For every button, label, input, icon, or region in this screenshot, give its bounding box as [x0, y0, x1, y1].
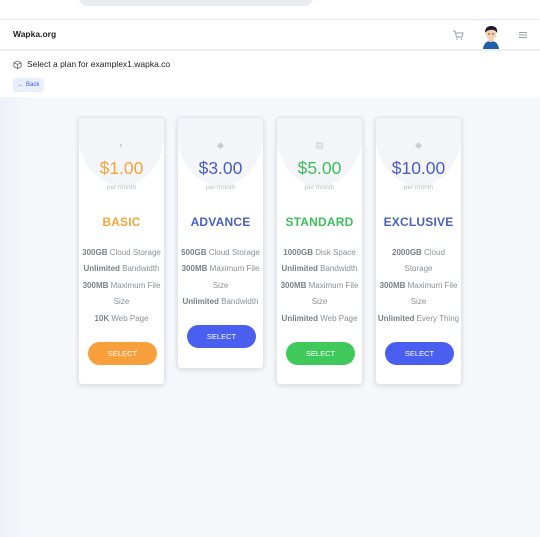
- cart-icon[interactable]: [452, 29, 464, 41]
- plan-features: 300GB Cloud Storage Unlimited Bandwidth …: [79, 245, 164, 327]
- diamond-icon: ◆: [217, 140, 224, 150]
- address-pill: [78, 0, 314, 6]
- feature-item: Unlimited Bandwidth: [83, 264, 160, 274]
- feature-item: Unlimited Every Thing: [377, 313, 460, 323]
- plan-period: per month: [304, 184, 335, 191]
- plan-price: $10.00: [391, 158, 446, 178]
- plan-price: $5.00: [297, 158, 342, 178]
- plan-features: 2000GB Cloud Storage 300MB Maximum File …: [376, 245, 461, 327]
- plan-period: per month: [106, 184, 137, 191]
- plan-card-basic: ◐ $1.00 per month BASIC 300GB Cloud Stor…: [78, 117, 165, 385]
- plan-card-standard: ▤ $5.00 per month STANDARD 1000GB Disk S…: [276, 117, 363, 385]
- plan-header: Select a plan for examplex1.wapka.co ← B…: [0, 51, 540, 97]
- plan-name: STANDARD: [285, 215, 354, 229]
- feature-item: 300MB Maximum File Size: [82, 280, 161, 307]
- plan-name: ADVANCE: [190, 215, 251, 229]
- half-circle-icon: ◐: [118, 140, 125, 150]
- page-title-text: Select a plan for examplex1.wapka.co: [27, 59, 171, 69]
- plan-period: per month: [205, 184, 236, 191]
- feature-item: 500GB Cloud Storage: [181, 248, 260, 257]
- feature-item: 300MB Maximum File Size: [181, 264, 260, 290]
- avatar[interactable]: [477, 22, 505, 50]
- feature-item: Unlimited Bandwidth: [281, 264, 358, 274]
- plan-price: $3.00: [198, 158, 243, 178]
- brand-logo[interactable]: Wapka.org: [13, 29, 56, 39]
- back-button[interactable]: ← Back: [13, 78, 45, 92]
- browser-top-strip: [0, 0, 540, 20]
- box-icon: [13, 59, 22, 69]
- plan-card-exclusive: ◆ $10.00 per month EXCLUSIVE 2000GB Clou…: [375, 117, 462, 385]
- plan-features: 500GB Cloud Storage 300MB Maximum File S…: [178, 245, 263, 311]
- select-button-exclusive[interactable]: SELECT: [385, 342, 454, 365]
- back-label: Back: [26, 82, 40, 88]
- feature-item: Unlimited Web Page: [281, 313, 358, 323]
- plan-features: 1000GB Disk Space Unlimited Bandwidth 30…: [277, 245, 362, 327]
- menu-icon[interactable]: [518, 31, 528, 39]
- page-title: Select a plan for examplex1.wapka.co: [13, 59, 170, 69]
- plan-card-advance: ◆ $3.00 per month ADVANCE 500GB Cloud St…: [177, 117, 264, 369]
- plan-period: per month: [403, 184, 434, 191]
- briefcase-icon: ▤: [315, 140, 324, 150]
- diamond-icon: ◆: [415, 140, 422, 150]
- select-button-standard[interactable]: SELECT: [286, 342, 355, 365]
- plan-price: $1.00: [99, 158, 144, 178]
- select-button-advance[interactable]: SELECT: [187, 325, 256, 348]
- feature-item: 10K Web Page: [94, 313, 149, 323]
- feature-item: 1000GB Disk Space: [283, 248, 356, 257]
- feature-item: 300MB Maximum File Size: [280, 280, 359, 307]
- left-shade: [0, 97, 30, 537]
- plan-name: BASIC: [102, 215, 141, 229]
- select-button-basic[interactable]: SELECT: [88, 342, 157, 365]
- feature-item: Unlimited Bandwidth: [182, 297, 259, 307]
- feature-item: 2000GB Cloud Storage: [392, 248, 445, 274]
- plan-name: EXCLUSIVE: [383, 215, 454, 229]
- navbar: Wapka.org: [0, 20, 540, 50]
- feature-item: 300MB Maximum File Size: [379, 280, 458, 307]
- feature-item: 300GB Cloud Storage: [82, 248, 161, 257]
- arrow-left-icon: ←: [18, 82, 24, 88]
